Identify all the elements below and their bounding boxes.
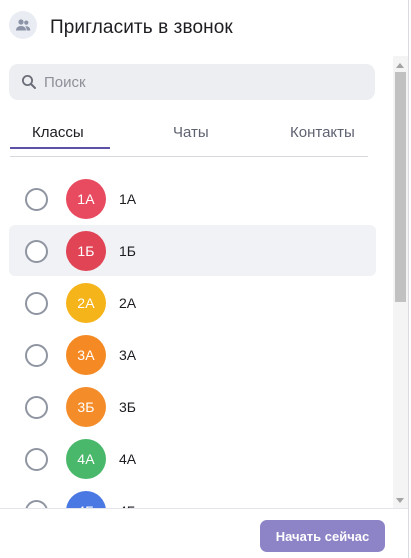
list-item-label: 3А xyxy=(119,347,137,363)
search-icon xyxy=(22,75,36,89)
select-radio[interactable] xyxy=(25,188,48,211)
select-radio[interactable] xyxy=(25,292,48,315)
list-item-label: 2А xyxy=(119,295,137,311)
list-item[interactable]: 3А 3А xyxy=(9,329,376,380)
search-box[interactable] xyxy=(9,64,375,100)
list-item-label: 1Б xyxy=(119,243,136,259)
select-radio[interactable] xyxy=(25,448,48,471)
select-radio[interactable] xyxy=(25,344,48,367)
dialog-title: Пригласить в звонок xyxy=(50,17,233,38)
list-item[interactable]: 1Б 1Б xyxy=(9,225,376,276)
avatar: 1А xyxy=(66,179,106,219)
header: Пригласить в звонок xyxy=(0,0,411,56)
tab-chats[interactable]: Чаты xyxy=(173,124,209,150)
avatar: 4А xyxy=(66,439,106,479)
scroll-up-arrow-icon[interactable] xyxy=(396,63,404,68)
list-item[interactable]: 3Б 3Б xyxy=(9,381,376,432)
class-list: 1А 1А 1Б 1Б 2А 2А 3А 3А 3Б 3Б 4А 4А 4Б4Б xyxy=(0,172,393,508)
search-input[interactable] xyxy=(44,64,364,100)
footer: Начать сейчас xyxy=(0,508,408,558)
invite-to-call-panel: Пригласить в звонок Классы Чаты Контакты… xyxy=(0,0,411,558)
people-icon xyxy=(9,11,37,39)
start-now-button[interactable]: Начать сейчас xyxy=(260,520,385,552)
scrollbar-thumb[interactable] xyxy=(395,72,406,302)
select-radio[interactable] xyxy=(25,396,48,419)
list-item-label: 1А xyxy=(119,191,137,207)
scroll-down-arrow-icon[interactable] xyxy=(396,498,404,503)
panel-border xyxy=(408,0,409,558)
list-item[interactable]: 4Б4Б xyxy=(9,485,376,508)
avatar: 3Б xyxy=(66,387,106,427)
tab-contacts[interactable]: Контакты xyxy=(290,124,355,150)
list-item[interactable]: 1А 1А xyxy=(9,173,376,224)
select-radio[interactable] xyxy=(25,240,48,263)
list-item-label: 3Б xyxy=(119,399,136,415)
list-item[interactable]: 2А 2А xyxy=(9,277,376,328)
avatar: 2А xyxy=(66,283,106,323)
avatar: 3А xyxy=(66,335,106,375)
list-item-label: 4А xyxy=(119,451,137,467)
tabs: Классы Чаты Контакты xyxy=(10,120,368,157)
avatar: 1Б xyxy=(66,231,106,271)
select-radio[interactable] xyxy=(25,500,48,508)
avatar: 4Б xyxy=(66,491,106,508)
active-tab-indicator xyxy=(10,147,110,149)
list-item[interactable]: 4А 4А xyxy=(9,433,376,484)
